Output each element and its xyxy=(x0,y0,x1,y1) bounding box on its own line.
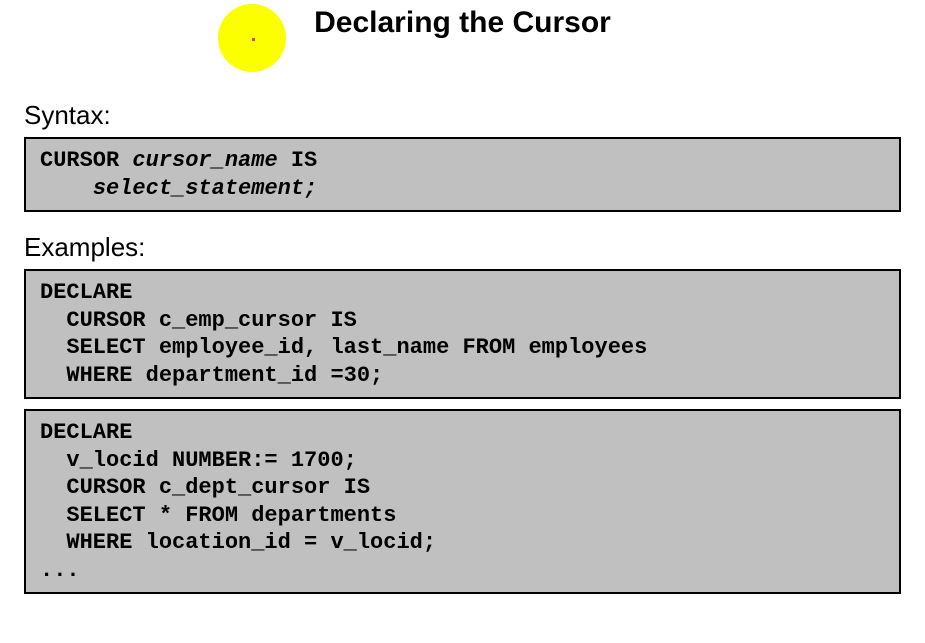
code-keyword: CURSOR xyxy=(40,148,132,173)
highlight-dot-icon xyxy=(252,38,255,41)
code-line: DECLARE xyxy=(40,280,132,305)
code-indent xyxy=(40,176,93,201)
example2-code-box: DECLARE v_locid NUMBER:= 1700; CURSOR c_… xyxy=(24,409,901,594)
code-line: CURSOR c_emp_cursor IS xyxy=(40,308,357,333)
code-line: SELECT employee_id, last_name FROM emplo… xyxy=(40,335,647,360)
code-placeholder: cursor_name xyxy=(132,148,277,173)
code-line: WHERE location_id = v_locid; xyxy=(40,530,436,555)
examples-label: Examples: xyxy=(24,232,925,263)
code-line: v_locid NUMBER:= 1700; xyxy=(40,448,357,473)
code-line: SELECT * FROM departments xyxy=(40,503,396,528)
syntax-code-box: CURSOR cursor_name IS select_statement; xyxy=(24,137,901,212)
code-line: DECLARE xyxy=(40,420,132,445)
code-line: CURSOR c_dept_cursor IS xyxy=(40,475,370,500)
code-line: ... xyxy=(40,558,80,583)
page-title: Declaring the Cursor xyxy=(0,6,925,40)
code-keyword: IS xyxy=(278,148,318,173)
title-area: Declaring the Cursor xyxy=(0,0,925,80)
code-line: WHERE department_id =30; xyxy=(40,363,383,388)
code-placeholder: select_statement; xyxy=(93,176,317,201)
example1-code-box: DECLARE CURSOR c_emp_cursor IS SELECT em… xyxy=(24,269,901,399)
syntax-label: Syntax: xyxy=(24,100,925,131)
